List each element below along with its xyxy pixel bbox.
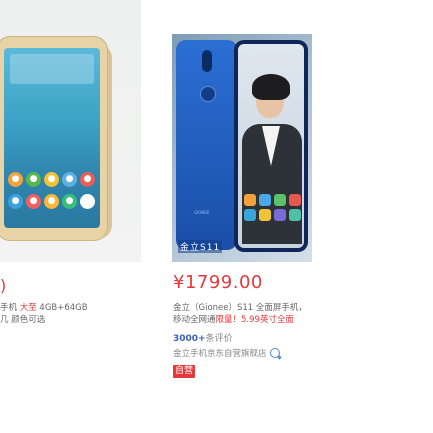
product-image[interactable]: GIONEE 金立S11	[172, 34, 312, 262]
fingerprint-sensor-icon	[200, 86, 216, 102]
app-icon: ●	[62, 172, 77, 187]
left-product-title[interactable]: 手机 大至 4GB+64GB 几 颜色可选	[0, 302, 150, 326]
app-icon: ●	[80, 172, 95, 187]
review-count-label: 条评价	[205, 334, 233, 344]
phone-back-image: GIONEE	[176, 40, 236, 250]
review-count[interactable]: 3000+条评价	[173, 331, 233, 344]
shop-name-link[interactable]: 金立手机京东自营旗舰店	[173, 347, 267, 359]
phone-front-image	[234, 40, 308, 252]
chat-icon[interactable]	[269, 348, 280, 358]
self-operated-badge: 自营	[173, 365, 196, 378]
shop-row: 金立手机京东自营旗舰店	[173, 347, 280, 359]
product-title-link[interactable]: 金立（Gionee）S11 全面屏手机，移动全网通限量！5.99英寸全面屏，4G…	[173, 302, 309, 326]
app-icon: ●	[26, 172, 41, 187]
product-price: ¥1799.00	[173, 272, 263, 293]
left-phone-front-image: ● ● ● ● ● ● ● ● ●	[0, 36, 108, 241]
review-count-number: 3000+	[173, 334, 206, 344]
app-icon: ●	[8, 194, 23, 209]
app-icon: ●	[26, 194, 41, 209]
home-screen-apps	[244, 194, 301, 221]
app-icon: ●	[44, 172, 59, 187]
dual-camera-icon	[202, 50, 212, 72]
app-icon: ●	[8, 172, 23, 187]
left-product-image[interactable]: ● ● ● ● ● ● ● ● ●	[0, 0, 141, 262]
app-icon: ●	[44, 194, 59, 209]
photo-caption: 金立S11	[178, 240, 223, 253]
left-product-price: )	[0, 276, 7, 295]
app-icon	[80, 194, 95, 209]
app-icon: ●	[62, 194, 77, 209]
